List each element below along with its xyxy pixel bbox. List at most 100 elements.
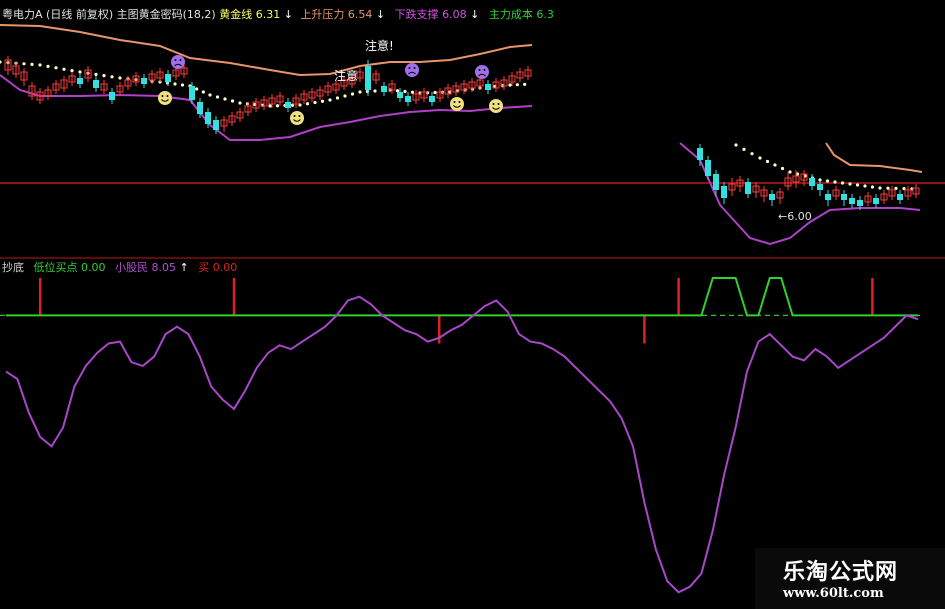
candle-right-body [817,184,823,190]
middle-band-dot [173,82,177,86]
main-header: 粤电力A (日线 前复权) 主图黄金密码(18,2) 黄金线 6.31 ↓ 上升… [2,8,554,22]
middle-band-dot [833,180,837,184]
middle-band-dot [350,92,355,96]
upper-band-left [0,24,533,77]
candle-right-body [825,194,831,200]
middle-band-dot [208,93,212,97]
candle-left-body [189,86,195,100]
middle-band-dot [878,186,882,190]
stock-name: 粤电力A [2,8,43,21]
middle-band-dot [742,147,746,151]
candle-left-body [365,66,371,90]
chart-svg [0,24,945,594]
candle-right-body [809,178,815,186]
smile-face-icon [489,99,503,113]
middle-band-dot [70,69,74,73]
middle-band-dot [110,75,114,79]
candle-right-body [849,198,855,204]
main-cost-value: 主力成本 6.3 [488,8,554,21]
middle-band-dot [515,83,519,87]
candle-right-body [897,194,903,200]
frown-face-icon [171,55,185,69]
candle-left-body [429,96,435,102]
middle-band-dot [373,89,377,93]
middle-band-dot [886,186,890,190]
smile-face-icon-eye [492,103,495,105]
middle-band-dot [335,96,340,100]
frown-face-icon-eye [413,67,416,69]
low-price-marker: ←6.00 [778,210,812,223]
watermark-title: 乐淘公式网 [783,560,899,585]
candle-right-body [705,160,711,176]
middle-band-dot [201,90,205,94]
middle-band-dot [523,82,527,86]
smile-face-icon-eye [166,95,169,97]
middle-band-dot [180,83,185,87]
candle-left-body [93,80,99,88]
candle-left-body [77,78,83,84]
middle-band-dot [358,90,362,94]
smile-face-icon-eye [161,95,164,97]
middle-band-dot [305,102,310,106]
middle-band-dot [0,60,2,64]
middle-band-dot [758,156,762,160]
middle-band-dot [320,99,325,103]
smile-face-icon-eye [497,103,500,105]
frown-face-icon-eye [483,69,486,71]
low-buy-value: 低位买点 0.00 [33,261,106,274]
middle-band-dot [403,89,407,94]
fall-arrow-icon: ↓ [470,8,480,21]
smile-face-icon-eye [298,115,301,117]
candle-right-body [721,186,727,198]
indicator-panel [0,277,920,594]
smile-face-icon [158,91,172,105]
candle-right-body [873,198,879,204]
sub-indicator-name: 抄底 [2,261,24,274]
candle-left-body [485,84,491,90]
middle-band-dot [230,99,235,103]
golden-arrow-icon: ↓ [283,8,293,21]
middle-band-dot [275,104,280,108]
smile-face-icon-eye [453,101,456,103]
candle-right-body [745,182,751,194]
buy-value: 买 0.00 [198,261,238,274]
smile-face-icon-eye [293,115,296,117]
candle-left-body [165,74,171,82]
middle-band-dot [94,72,98,76]
candle-left-body [205,112,211,124]
candle-left-body [109,92,115,100]
middle-band-dot [750,152,754,156]
small-shareholder-value: 小股民 8.05 [115,261,176,274]
middle-band-dot [62,67,66,71]
middle-band-dot [78,70,82,74]
middle-band-dot [102,74,106,78]
frown-face-icon-eye [179,59,182,61]
attention-label-2: 注意 [334,69,359,83]
candle-left-body [285,102,291,108]
middle-band-dot [395,89,400,93]
fall-support-value: 下跌支撑 6.08 [394,8,467,21]
middle-band-dot [855,183,860,187]
middle-band-dot [313,100,317,105]
frown-face-icon-eye [174,59,177,61]
middle-band-dot [840,181,845,185]
middle-band-dot [223,97,227,101]
middle-band-dot [215,95,220,99]
middle-band-dot [773,163,777,167]
watermark-box: 乐淘公式网 www.60lt.com [755,548,945,609]
attention-label-1: 注意! [365,39,394,53]
middle-band-dot [863,184,867,188]
watermark-url: www.60lt.com [783,586,884,601]
middle-band-dot [765,159,770,164]
middle-band-dot [788,170,792,174]
middle-band-dot [343,94,347,98]
middle-band-dot [780,166,785,171]
golden-line-value: 黄金线 6.31 [219,8,281,21]
middle-band-dot [825,179,830,183]
chart-canvas: 粤电力A (日线 前复权) 主图黄金密码(18,2) 黄金线 6.31 ↓ 上升… [0,0,945,609]
upper-band-right [825,142,923,173]
low-buy-line [6,277,918,317]
candle-right-body [841,194,847,200]
middle-band-dot [328,98,332,102]
middle-band-dot [268,104,272,108]
